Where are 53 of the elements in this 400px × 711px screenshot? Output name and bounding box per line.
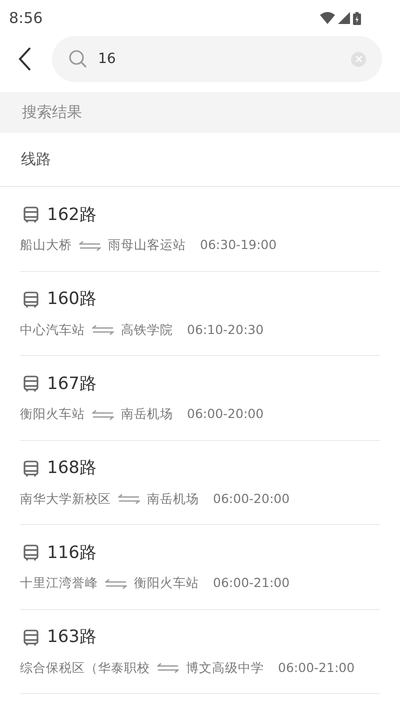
route-name: 163路 [47,626,96,650]
service-hours: 06:30-19:00 [200,236,277,254]
route-name: 168路 [47,457,96,480]
section-header: 搜索结果 [0,92,400,133]
two-way-arrow-icon [79,240,101,250]
route-item[interactable]: 160路 中心汽车站 高铁学院 06:10-20:30 [20,272,380,356]
search-icon [68,49,88,69]
route-item[interactable]: 163路 综合保税区（华泰职校 博文高级中学 06:00-21:00 [20,610,380,694]
two-way-arrow-icon [92,410,114,420]
route-name: 162路 [47,204,96,227]
bus-icon [22,290,40,309]
service-hours: 06:00-20:00 [213,490,290,508]
bus-icon [22,460,40,478]
bus-icon [22,628,40,647]
route-name: 116路 [47,542,96,565]
destination-stop: 南岳机场 [147,490,199,508]
origin-stop: 衡阳火车站 [20,405,85,424]
destination-stop: 博文高级中学 [186,658,264,677]
two-way-arrow-icon [157,663,179,673]
bus-icon [22,544,40,562]
close-icon [356,56,362,62]
search-field[interactable]: 16 [52,36,382,82]
route-item[interactable]: 167路 衡阳火车站 南岳机场 06:00-20:00 [20,356,380,440]
route-item[interactable]: 162路 船山大桥 雨母山客运站 06:30-19:00 [20,187,380,272]
category-label: 线路 [21,149,51,170]
origin-stop: 十里江湾誉峰 [20,574,98,592]
service-hours: 06:10-20:30 [187,320,264,339]
route-item[interactable]: 116路 十里江湾誉峰 衡阳火车站 06:00-21:00 [20,525,380,610]
route-item[interactable]: 168路 南华大学新校区 南岳机场 06:00-20:00 [20,440,380,525]
status-time: 8:56 [9,8,43,29]
origin-stop: 船山大桥 [20,236,72,254]
destination-stop: 雨母山客运站 [108,236,186,254]
destination-stop: 高铁学院 [121,320,173,339]
battery-icon [353,12,361,24]
bus-icon [22,375,40,394]
origin-stop: 南华大学新校区 [20,490,111,508]
service-hours: 06:00-20:00 [187,405,264,424]
bus-icon [22,206,40,224]
two-way-arrow-icon [105,578,127,588]
service-hours: 06:00-21:00 [213,574,290,592]
search-input[interactable]: 16 [98,48,341,70]
route-name: 160路 [47,288,96,312]
destination-stop: 南岳机场 [121,405,173,424]
destination-stop: 衡阳火车站 [134,574,199,592]
route-name: 167路 [47,372,96,396]
two-way-arrow-icon [118,494,140,504]
two-way-arrow-icon [92,325,114,335]
wifi-icon [320,12,335,24]
signal-icon [338,12,350,24]
origin-stop: 中心汽车站 [20,320,85,339]
back-icon [18,47,32,71]
service-hours: 06:00-21:00 [278,658,355,677]
origin-stop: 综合保税区（华泰职校 [20,658,150,677]
